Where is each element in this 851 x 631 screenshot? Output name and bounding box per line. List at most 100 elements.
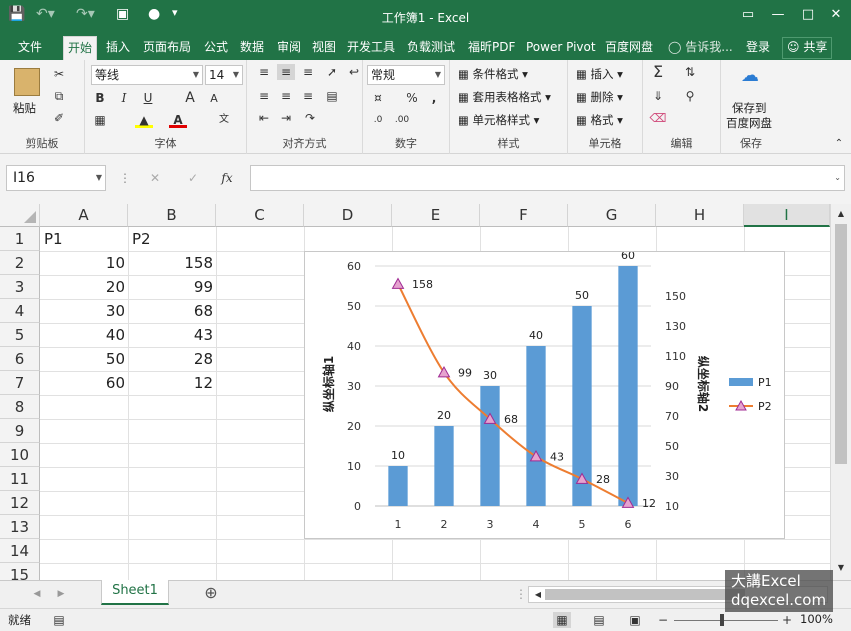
enter-icon[interactable]: ✓ <box>184 170 202 186</box>
page-layout-view-icon[interactable]: ▤ <box>590 612 608 628</box>
row-header[interactable]: 15 <box>0 563 40 580</box>
paste-icon[interactable] <box>14 68 40 96</box>
cell-a5[interactable]: 40 <box>41 323 128 347</box>
format-cells-button[interactable]: ▦ 格式 ▾ <box>576 112 623 128</box>
cell-a6[interactable]: 50 <box>41 347 128 371</box>
cell-b2[interactable]: 158 <box>129 251 216 275</box>
tab-home[interactable]: 开始 <box>63 36 98 60</box>
vertical-scrollbar[interactable]: ▲ ▼ <box>830 204 851 580</box>
tell-me-box[interactable]: ◯ 告诉我... <box>664 38 737 60</box>
align-top-icon[interactable]: ≡ <box>255 64 273 80</box>
tab-formulas[interactable]: 公式 <box>200 38 232 60</box>
row-header[interactable]: 7 <box>0 371 40 395</box>
phonetic-icon[interactable]: 文 <box>215 112 233 128</box>
row-header[interactable]: 1 <box>0 227 40 251</box>
format-painter-icon[interactable]: ✐ <box>50 110 68 126</box>
column-header-e[interactable]: E <box>392 204 480 227</box>
sign-in-link[interactable]: 登录 <box>742 38 774 60</box>
cell-b5[interactable]: 43 <box>129 323 216 347</box>
formula-input[interactable]: ⌄ <box>250 165 845 191</box>
next-sheet-icon[interactable]: ▶ <box>52 586 70 602</box>
vertical-scroll-thumb[interactable] <box>835 224 847 464</box>
font-name-select[interactable]: 等线 ▼ <box>91 65 203 85</box>
cell-b3[interactable]: 99 <box>129 275 216 299</box>
cell-a1[interactable]: P1 <box>41 227 128 251</box>
cell-b4[interactable]: 68 <box>129 299 216 323</box>
column-header-i[interactable]: I <box>744 204 830 227</box>
horizontal-scroll-thumb[interactable] <box>545 589 745 600</box>
scroll-up-icon[interactable]: ▲ <box>832 206 850 222</box>
normal-view-icon[interactable]: ▦ <box>553 612 571 628</box>
baidu-cloud-icon[interactable]: ☁ <box>741 67 759 85</box>
column-header-a[interactable]: A <box>40 204 128 227</box>
cut-icon[interactable]: ✂ <box>50 66 68 82</box>
cell-b1[interactable]: P2 <box>129 227 216 251</box>
increase-indent-icon[interactable]: ⇥ <box>277 110 295 126</box>
copy-icon[interactable]: ⧉ <box>50 88 68 104</box>
tab-power-pivot[interactable]: Power Pivot <box>522 38 600 60</box>
decrease-indent-icon[interactable]: ⇤ <box>255 110 273 126</box>
align-center-icon[interactable]: ≡ <box>277 88 295 104</box>
page-break-view-icon[interactable]: ▣ <box>626 612 644 628</box>
bold-button[interactable]: B <box>91 90 109 106</box>
merge-center-icon[interactable]: ▤ <box>323 88 341 104</box>
row-header[interactable]: 5 <box>0 323 40 347</box>
currency-icon[interactable]: ¤ <box>369 90 387 106</box>
row-header[interactable]: 13 <box>0 515 40 539</box>
row-header[interactable]: 2 <box>0 251 40 275</box>
row-header[interactable]: 3 <box>0 275 40 299</box>
close-icon[interactable]: ✕ <box>823 4 849 26</box>
cell-b6[interactable]: 28 <box>129 347 216 371</box>
format-as-table-button[interactable]: ▦ 套用表格格式 ▾ <box>458 89 551 105</box>
text-direction-icon[interactable]: ↷ <box>301 110 319 126</box>
row-header[interactable]: 14 <box>0 539 40 563</box>
row-header[interactable]: 9 <box>0 419 40 443</box>
italic-button[interactable]: I <box>115 90 133 106</box>
collapse-ribbon-icon[interactable]: ⌃ <box>830 136 848 152</box>
save-to-label-1[interactable]: 保存到 <box>732 100 767 116</box>
align-bottom-icon[interactable]: ≡ <box>299 64 317 80</box>
tab-page-layout[interactable]: 页面布局 <box>139 38 195 60</box>
conditional-formatting-button[interactable]: ▦ 条件格式 ▾ <box>458 66 528 82</box>
zoom-in-icon[interactable]: + <box>778 612 796 628</box>
comma-button[interactable]: , <box>425 90 443 106</box>
fill-icon[interactable]: ⇓ <box>649 88 667 104</box>
autosum-icon[interactable]: Σ <box>649 64 667 80</box>
share-button[interactable]: ☺ 共享 <box>782 37 833 59</box>
row-header[interactable]: 11 <box>0 467 40 491</box>
zoom-level[interactable]: 100% <box>800 612 833 626</box>
row-header[interactable]: 12 <box>0 491 40 515</box>
combo-chart[interactable]: 0 10 20 30 40 50 60 10 30 50 70 90 110 130 150 1 2 3 4 5 6 1… <box>304 249 785 539</box>
cell-a2[interactable]: 10 <box>41 251 128 275</box>
ribbon-display-icon[interactable]: ▭ <box>735 4 761 26</box>
tab-load-test[interactable]: 负载测试 <box>403 38 459 60</box>
name-box[interactable]: I16 ▼ <box>6 165 106 191</box>
tab-foxit-pdf[interactable]: 福昕PDF <box>464 38 519 60</box>
underline-button[interactable]: U <box>139 90 157 106</box>
wrap-text-icon[interactable]: ↩ <box>345 64 363 80</box>
font-size-select[interactable]: 14 ▼ <box>205 65 243 85</box>
macro-record-icon[interactable]: ▤ <box>50 612 68 628</box>
insert-cells-button[interactable]: ▦ 插入 ▾ <box>576 66 623 82</box>
paste-label[interactable]: 粘贴 <box>13 100 36 116</box>
delete-cells-button[interactable]: ▦ 删除 ▾ <box>576 89 623 105</box>
tab-review[interactable]: 审阅 <box>273 38 305 60</box>
insert-function-button[interactable]: fx <box>218 170 236 186</box>
scroll-down-icon[interactable]: ▼ <box>832 560 850 576</box>
sort-filter-icon[interactable]: ⇅ <box>681 64 699 80</box>
column-header-g[interactable]: G <box>568 204 656 227</box>
align-middle-icon[interactable]: ≡ <box>277 64 295 80</box>
clear-icon[interactable]: ⌫ <box>649 110 667 126</box>
align-right-icon[interactable]: ≡ <box>299 88 317 104</box>
column-header-c[interactable]: C <box>216 204 304 227</box>
percent-button[interactable]: % <box>403 90 421 106</box>
number-format-select[interactable]: 常规 ▼ <box>367 65 445 85</box>
increase-decimal-icon[interactable]: .0 <box>369 112 387 128</box>
row-header[interactable]: 8 <box>0 395 40 419</box>
cell-a4[interactable]: 30 <box>41 299 128 323</box>
cell-a7[interactable]: 60 <box>41 371 128 395</box>
maximize-icon[interactable]: □ <box>795 4 821 26</box>
tab-baidu-netdisk[interactable]: 百度网盘 <box>601 38 657 60</box>
row-header[interactable]: 4 <box>0 299 40 323</box>
row-header[interactable]: 10 <box>0 443 40 467</box>
